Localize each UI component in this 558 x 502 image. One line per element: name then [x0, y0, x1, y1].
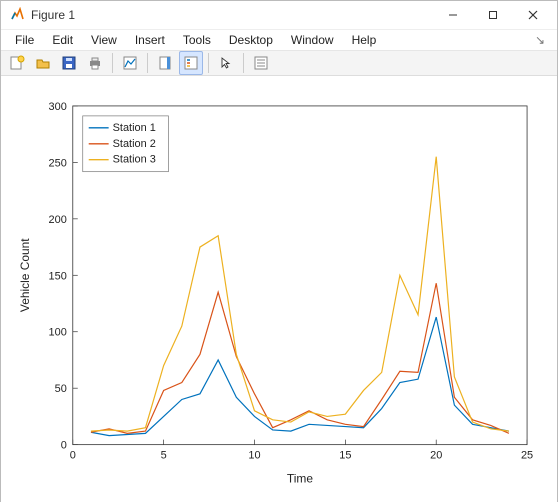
maximize-button[interactable] [473, 1, 513, 29]
menu-view[interactable]: View [83, 30, 125, 50]
legend-icon[interactable] [179, 51, 203, 75]
menubar: File Edit View Insert Tools Desktop Wind… [1, 30, 557, 51]
y-tick-label: 300 [49, 101, 67, 113]
y-tick-label: 50 [55, 383, 67, 395]
menu-help[interactable]: Help [344, 30, 385, 50]
colorbar-icon[interactable] [153, 51, 177, 75]
new-figure-icon[interactable] [5, 51, 29, 75]
select-icon[interactable] [214, 51, 238, 75]
toolbar-separator [208, 53, 209, 73]
y-tick-label: 250 [49, 157, 67, 169]
matlab-logo-icon [9, 7, 25, 23]
toolbar-separator [147, 53, 148, 73]
x-tick-label: 0 [70, 450, 76, 462]
close-button[interactable] [513, 1, 553, 29]
y-tick-label: 100 [49, 327, 67, 339]
menu-insert[interactable]: Insert [127, 30, 173, 50]
toolbar [1, 51, 557, 76]
menu-edit[interactable]: Edit [44, 30, 81, 50]
y-tick-label: 0 [61, 440, 67, 452]
y-axis-label: Vehicle Count [18, 238, 32, 312]
y-tick-label: 200 [49, 214, 67, 226]
minimize-button[interactable] [433, 1, 473, 29]
x-axis-label: Time [287, 472, 313, 486]
legend-label: Station 3 [113, 154, 156, 166]
open-icon[interactable] [31, 51, 55, 75]
toolbar-separator [112, 53, 113, 73]
x-tick-label: 25 [521, 450, 533, 462]
menubar-overflow-icon[interactable]: ↘ [535, 33, 551, 47]
save-icon[interactable] [57, 51, 81, 75]
y-tick-label: 150 [49, 270, 67, 282]
menu-desktop[interactable]: Desktop [221, 30, 281, 50]
titlebar: Figure 1 [1, 1, 557, 30]
menu-window[interactable]: Window [283, 30, 342, 50]
x-tick-label: 20 [430, 450, 442, 462]
legend-label: Station 2 [113, 138, 156, 150]
x-tick-label: 15 [339, 450, 351, 462]
menu-file[interactable]: File [7, 30, 42, 50]
window-title: Figure 1 [31, 8, 433, 22]
menu-tools[interactable]: Tools [175, 30, 219, 50]
line-chart: 0510152025050100150200250300TimeVehicle … [11, 86, 547, 492]
x-tick-label: 5 [161, 450, 167, 462]
property-editor-icon[interactable] [249, 51, 273, 75]
legend-label: Station 1 [113, 122, 156, 134]
print-icon[interactable] [83, 51, 107, 75]
x-tick-label: 10 [248, 450, 260, 462]
link-plot-icon[interactable] [118, 51, 142, 75]
plot-area: 0510152025050100150200250300TimeVehicle … [1, 76, 557, 502]
toolbar-separator [243, 53, 244, 73]
